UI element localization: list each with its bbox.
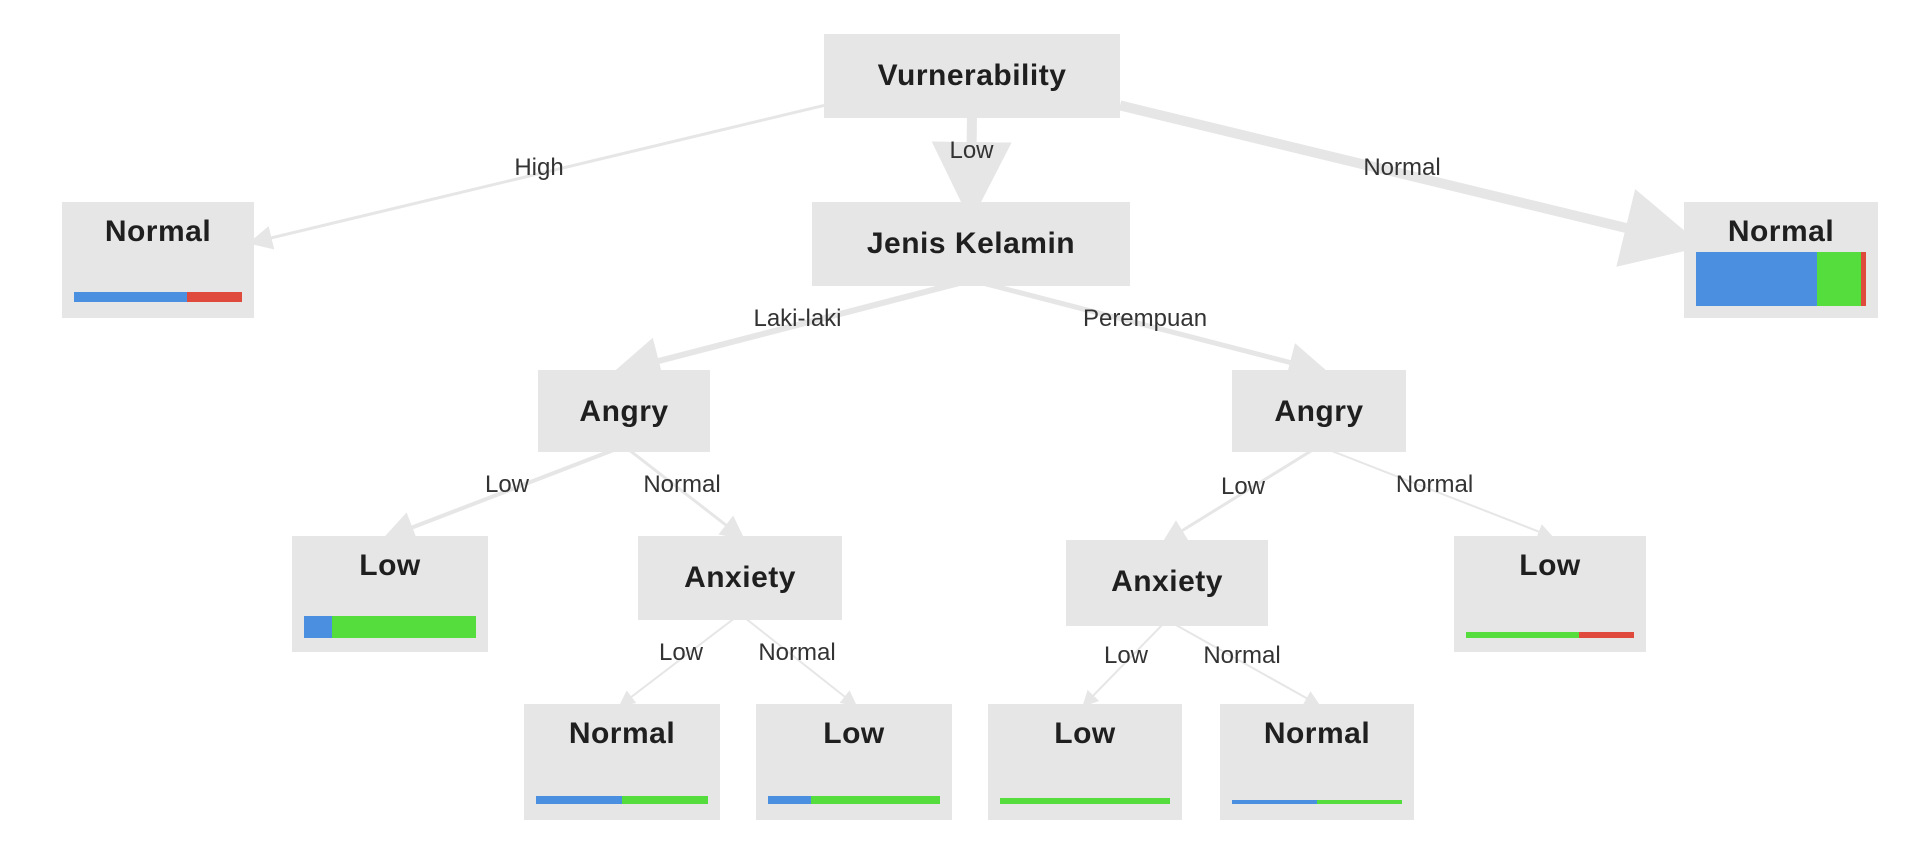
leaf-node-leaf-high[interactable]: Normal bbox=[62, 202, 254, 318]
split-node-anxiety-left[interactable]: Anxiety bbox=[638, 536, 842, 620]
distribution-segment bbox=[1466, 632, 1579, 638]
edge-label: Low bbox=[949, 137, 994, 164]
leaf-node-leaf-normal-3[interactable]: Normal bbox=[524, 704, 720, 820]
edge-label: Normal bbox=[758, 639, 836, 666]
class-distribution-bar bbox=[1000, 798, 1170, 804]
distribution-segment bbox=[1317, 800, 1402, 804]
edge-label: Low bbox=[484, 471, 530, 498]
leaf-node-leaf-low-5[interactable]: Low bbox=[988, 704, 1182, 820]
distribution-segment bbox=[1696, 252, 1817, 306]
distribution-segment bbox=[622, 796, 708, 804]
split-node-jenis-kelamin[interactable]: Jenis Kelamin bbox=[812, 202, 1130, 286]
edge-label: Normal bbox=[1363, 153, 1441, 181]
distribution-segment bbox=[1860, 252, 1866, 306]
distribution-segment bbox=[331, 616, 476, 638]
split-node-angry-left[interactable]: Angry bbox=[538, 370, 710, 452]
class-distribution-bar bbox=[304, 616, 476, 638]
edge-label: High bbox=[514, 153, 564, 181]
distribution-segment bbox=[1816, 252, 1861, 306]
distribution-segment bbox=[1000, 798, 1170, 804]
edge-label: Laki-laki bbox=[753, 305, 842, 332]
node-label: Angry bbox=[1274, 395, 1364, 428]
edge-label: Low bbox=[658, 639, 704, 666]
distribution-segment bbox=[304, 616, 332, 638]
split-node-anxiety-right[interactable]: Anxiety bbox=[1066, 540, 1268, 626]
node-label: Normal bbox=[104, 215, 212, 248]
edge-label: Perempuan bbox=[1082, 305, 1208, 332]
distribution-segment bbox=[74, 292, 187, 302]
edge-label: Normal bbox=[1395, 471, 1474, 498]
node-label: Anxiety bbox=[684, 561, 796, 594]
class-distribution-bar bbox=[74, 292, 242, 302]
node-label: Low bbox=[1519, 549, 1581, 582]
distribution-segment bbox=[768, 796, 811, 804]
edge-label: Normal bbox=[1203, 642, 1281, 669]
leaf-node-leaf-normal-right[interactable]: Normal bbox=[1684, 202, 1878, 318]
node-label: Low bbox=[823, 717, 885, 750]
node-label: Normal bbox=[1263, 717, 1371, 750]
distribution-segment bbox=[811, 796, 940, 804]
node-label: Normal bbox=[568, 717, 676, 750]
distribution-segment bbox=[536, 796, 622, 804]
edge-label: Normal bbox=[643, 471, 721, 498]
class-distribution-bar bbox=[768, 796, 940, 804]
class-distribution-bar bbox=[1232, 800, 1402, 804]
node-label: Anxiety bbox=[1111, 565, 1223, 598]
leaf-node-leaf-low-2[interactable]: Low bbox=[1454, 536, 1646, 652]
edge-label: Low bbox=[1103, 642, 1149, 669]
node-label: Angry bbox=[579, 395, 669, 428]
split-node-root[interactable]: Vurnerability bbox=[824, 34, 1120, 118]
node-label: Jenis Kelamin bbox=[866, 227, 1076, 260]
leaf-node-leaf-low-4[interactable]: Low bbox=[756, 704, 952, 820]
tree-edges bbox=[248, 100, 1704, 707]
edge-label: Low bbox=[1220, 473, 1266, 500]
leaf-node-leaf-low-1[interactable]: Low bbox=[292, 536, 488, 652]
class-distribution-bar bbox=[1696, 252, 1866, 306]
distribution-segment bbox=[1578, 632, 1634, 638]
distribution-segment bbox=[186, 292, 242, 302]
leaf-node-leaf-normal-6[interactable]: Normal bbox=[1220, 704, 1414, 820]
node-label: Vurnerability bbox=[877, 59, 1067, 92]
class-distribution-bar bbox=[1466, 632, 1634, 638]
node-label: Low bbox=[1054, 717, 1116, 750]
node-label: Low bbox=[359, 549, 421, 582]
class-distribution-bar bbox=[536, 796, 708, 804]
distribution-segment bbox=[1232, 800, 1317, 804]
split-node-angry-right[interactable]: Angry bbox=[1232, 370, 1406, 452]
node-label: Normal bbox=[1727, 215, 1835, 248]
